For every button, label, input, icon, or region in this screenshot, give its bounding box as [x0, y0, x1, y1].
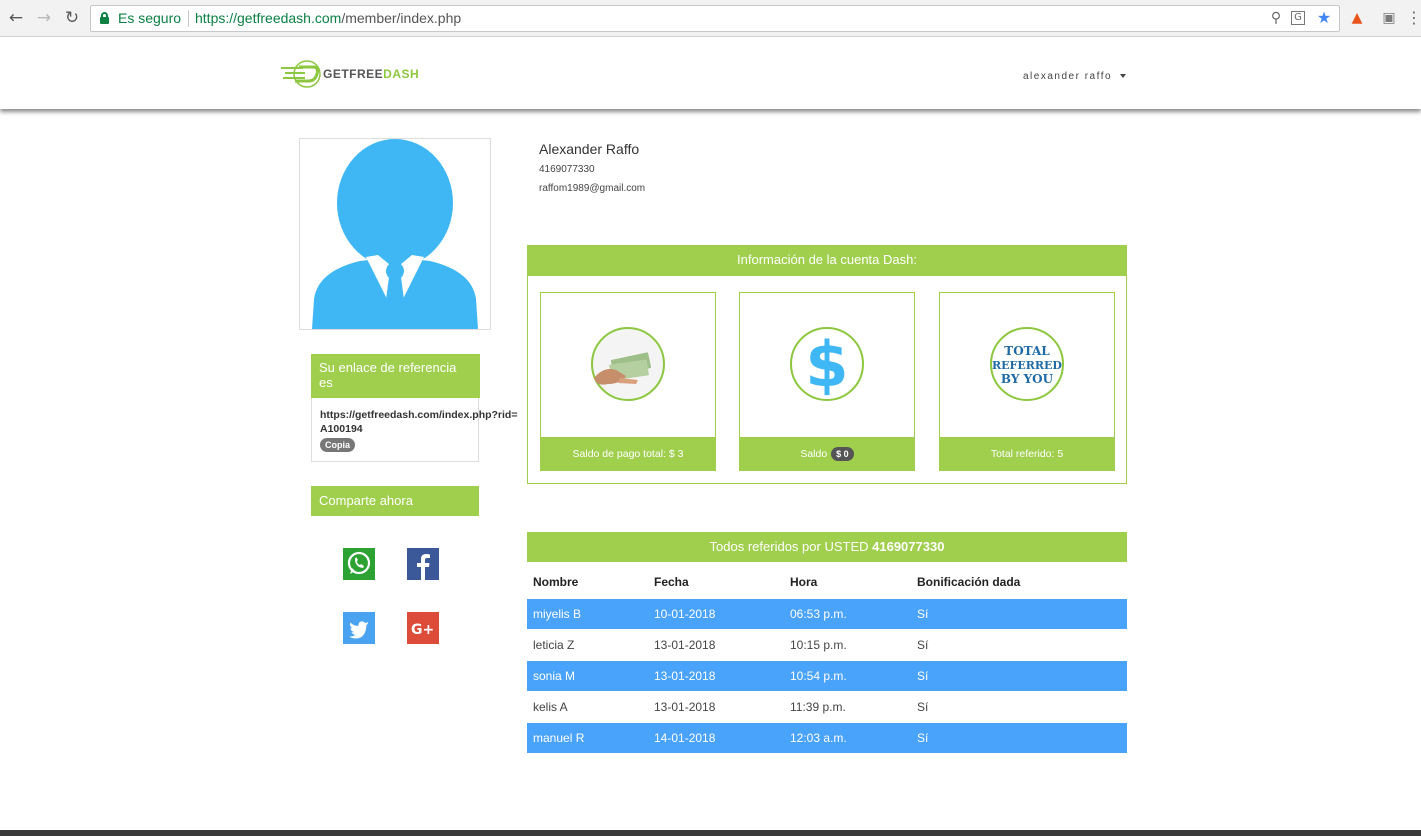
- cell-date: 14-01-2018: [654, 731, 716, 745]
- dash-logo-icon: [281, 60, 321, 88]
- svg-text:G+: G+: [411, 622, 434, 638]
- bookmark-star-icon[interactable]: ★: [1315, 9, 1333, 27]
- dash-account-title: Información de la cuenta Dash:: [527, 245, 1127, 276]
- cell-bonus: Sí: [917, 669, 929, 683]
- balance-badge: $ 0: [831, 447, 854, 462]
- profile-avatar: [299, 138, 491, 330]
- table-row: leticia Z 13-01-2018 10:15 p.m. Sí: [527, 630, 1127, 660]
- zoom-icon[interactable]: ⚲: [1267, 9, 1285, 27]
- profile-name: Alexander Raffo: [539, 141, 640, 157]
- share-title: Comparte ahora: [311, 486, 479, 516]
- profile-phone: 4169077330: [539, 164, 595, 175]
- cash-hand-icon: [590, 326, 666, 402]
- cell-time: 12:03 a.m.: [790, 731, 847, 745]
- svg-text:$: $: [805, 328, 848, 401]
- cell-name: miyelis B: [533, 607, 582, 621]
- user-name: alexander raffo: [1023, 71, 1113, 82]
- referral-link[interactable]: https://getfreedash.com/index.php?rid=A1…: [320, 408, 520, 436]
- referrals-table-title: Todos referidos por USTED 4169077330: [527, 532, 1127, 562]
- total-payment-label: Saldo de pago total: $ 3: [540, 437, 716, 471]
- forward-arrow-icon[interactable]: →: [34, 8, 54, 28]
- referral-link-panel: Su enlace de referencia es https://getfr…: [311, 354, 517, 462]
- translate-icon[interactable]: G: [1291, 11, 1305, 25]
- svg-text:TOTAL: TOTAL: [1004, 344, 1050, 358]
- svg-text:REFERRED: REFERRED: [992, 359, 1062, 372]
- table-row: sonia M 13-01-2018 10:54 p.m. Sí: [527, 661, 1127, 691]
- site-logo[interactable]: GETFREEDASH: [281, 59, 419, 89]
- browser-menu-icon[interactable]: ⋮: [1405, 9, 1421, 27]
- url-text[interactable]: https://getfreedash.com/member/index.php: [195, 10, 461, 26]
- site-header: GETFREEDASH alexander raffo: [0, 37, 1421, 109]
- profile-email: raffom1989@gmail.com: [539, 183, 646, 194]
- address-bar[interactable]: Es seguro https://getfreedash.com/member…: [90, 5, 1340, 32]
- cell-time: 06:53 p.m.: [790, 607, 847, 621]
- os-taskbar: [0, 830, 1421, 836]
- user-silhouette-icon: [312, 139, 478, 329]
- cell-name: leticia Z: [533, 638, 575, 652]
- balance-card: $ Saldo $ 0: [739, 292, 915, 471]
- referrals-table-header: Nombre Fecha Hora Bonificación dada: [527, 568, 1127, 598]
- user-menu-dropdown[interactable]: alexander raffo: [1023, 71, 1127, 82]
- whatsapp-icon[interactable]: [343, 548, 375, 580]
- browser-toolbar: ← → ↻ Es seguro https://getfreedash.com/…: [0, 0, 1421, 37]
- cell-name: sonia M: [533, 669, 576, 683]
- address-separator: [188, 10, 189, 27]
- svg-text:BY YOU: BY YOU: [1001, 372, 1054, 386]
- column-header-bonus: Bonificación dada: [917, 575, 1021, 589]
- dollar-sign-icon: $: [789, 326, 865, 402]
- lock-icon: [100, 12, 109, 24]
- back-arrow-icon[interactable]: ←: [6, 8, 26, 28]
- referral-title: Su enlace de referencia es: [311, 354, 480, 398]
- cell-bonus: Sí: [917, 638, 929, 652]
- cell-name: kelis A: [533, 700, 568, 714]
- cell-date: 10-01-2018: [654, 607, 716, 621]
- cell-bonus: Sí: [917, 731, 929, 745]
- total-payment-card: Saldo de pago total: $ 3: [540, 292, 716, 471]
- reload-icon[interactable]: ↻: [62, 8, 82, 28]
- column-header-time: Hora: [790, 575, 818, 589]
- fire-extension-icon[interactable]: ▲: [1348, 9, 1366, 27]
- twitter-icon[interactable]: [343, 612, 375, 644]
- cell-date: 13-01-2018: [654, 638, 716, 652]
- total-referred-label: Total referido: 5: [939, 437, 1115, 471]
- cell-bonus: Sí: [917, 700, 929, 714]
- cell-time: 10:15 p.m.: [790, 638, 847, 652]
- chevron-down-icon: [1120, 74, 1127, 79]
- total-referred-icon: TOTAL REFERRED BY YOU: [989, 326, 1065, 402]
- cell-bonus: Sí: [917, 607, 929, 621]
- balance-label: Saldo $ 0: [739, 437, 915, 471]
- google-plus-icon[interactable]: G+: [407, 612, 439, 644]
- column-header-name: Nombre: [533, 575, 579, 589]
- table-row: kelis A 13-01-2018 11:39 p.m. Sí: [527, 692, 1127, 722]
- cell-time: 10:54 p.m.: [790, 669, 847, 683]
- logo-wordmark: GETFREEDASH: [323, 67, 420, 81]
- facebook-icon[interactable]: [407, 548, 439, 580]
- table-row: miyelis B 10-01-2018 06:53 p.m. Sí: [527, 599, 1127, 629]
- cell-time: 11:39 p.m.: [790, 700, 846, 714]
- column-header-date: Fecha: [654, 575, 689, 589]
- table-row: manuel R 14-01-2018 12:03 a.m. Sí: [527, 723, 1127, 753]
- dash-account-panel: Información de la cuenta Dash: Saldo de …: [527, 245, 1127, 484]
- total-referred-card: TOTAL REFERRED BY YOU Total referido: 5: [939, 292, 1115, 471]
- cell-date: 13-01-2018: [654, 669, 716, 683]
- cell-name: manuel R: [533, 731, 585, 745]
- copy-button[interactable]: Copia: [320, 438, 356, 452]
- cell-date: 13-01-2018: [654, 700, 716, 714]
- secure-label: Es seguro: [118, 10, 182, 26]
- bag-extension-icon[interactable]: ▣: [1380, 9, 1398, 27]
